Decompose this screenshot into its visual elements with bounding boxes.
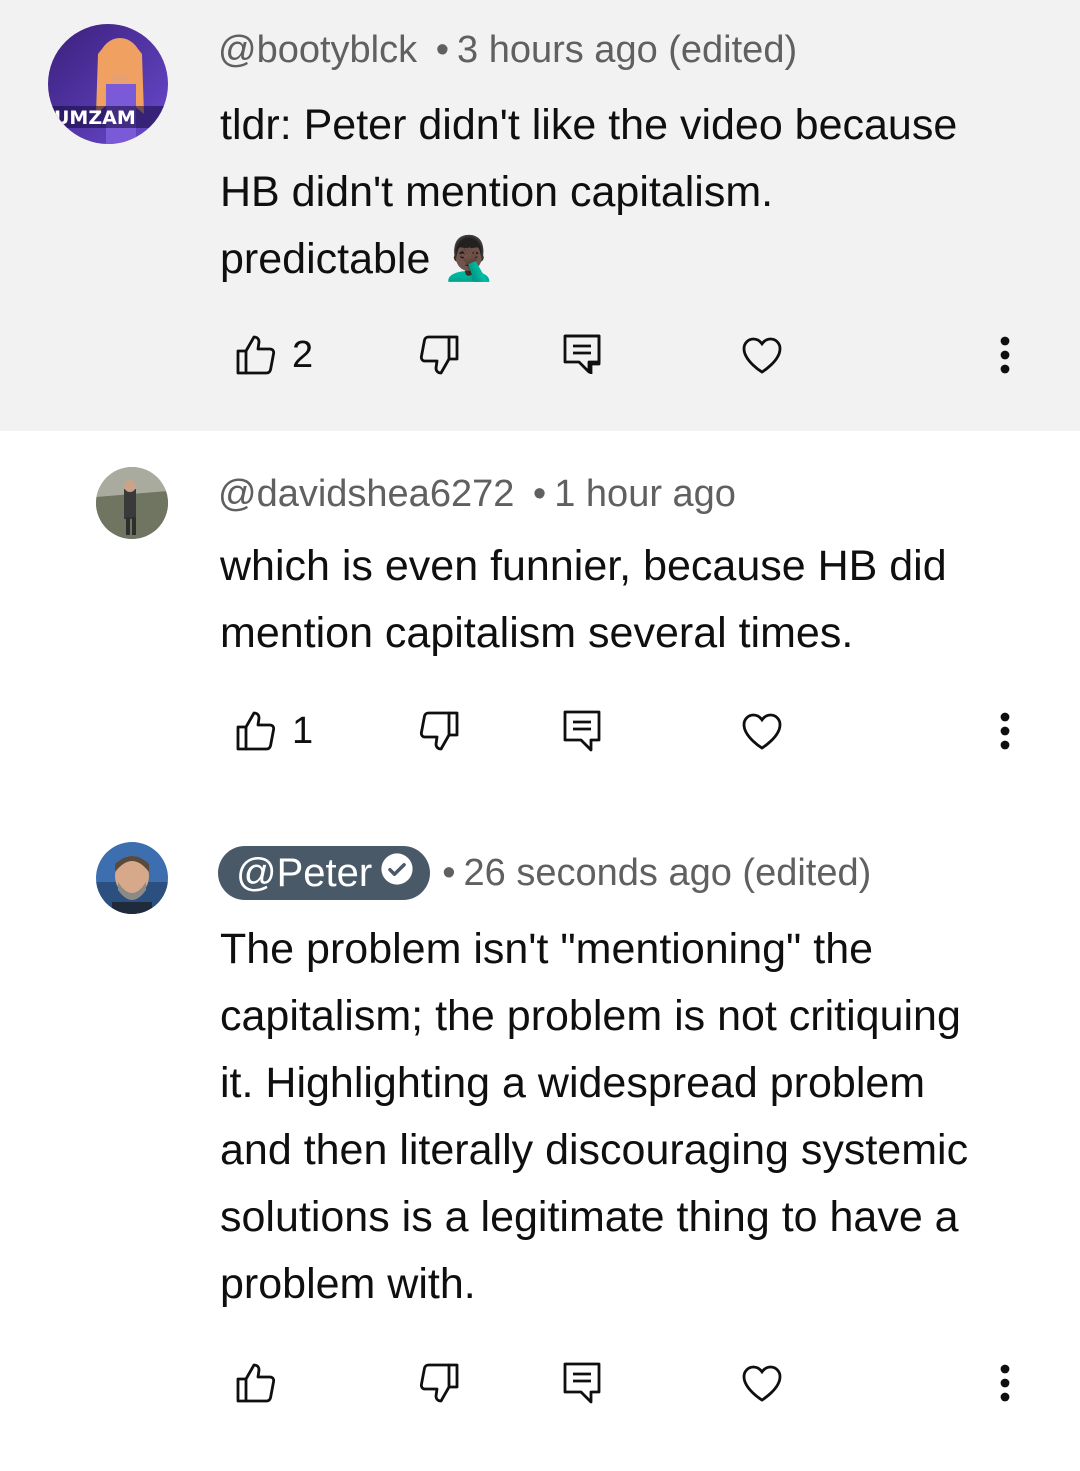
comment-meta: @davidshea6272 • 1 hour ago [218, 470, 736, 518]
comment-line: HB didn't mention capitalism. [220, 168, 774, 216]
thumbs-up-icon [232, 331, 280, 379]
avatar[interactable] [96, 467, 168, 539]
like-button[interactable]: 2 [232, 325, 313, 385]
creator-author-badge[interactable]: @Peter [218, 846, 431, 900]
heart-button[interactable] [738, 701, 786, 761]
comment-time[interactable]: 1 hour ago [554, 473, 736, 515]
comment-line: problem with. [220, 1260, 476, 1308]
comment-line: and then literally discouraging systemic [220, 1126, 969, 1174]
more-vertical-icon [990, 331, 1020, 379]
comment-line: The problem isn't "mentioning" the [220, 925, 874, 973]
comment-line: it. Highlighting a widespread problem [220, 1059, 926, 1107]
like-button[interactable] [232, 1353, 292, 1413]
reply-comment-icon [563, 710, 601, 752]
dislike-button[interactable] [415, 1353, 463, 1413]
avatar[interactable]: UMZAM [48, 24, 168, 144]
comment-body: which is even funnier, because HB did me… [220, 533, 1040, 667]
comment-item: UMZAM @bootyblck • 3 hours ago (edited) t… [0, 0, 1080, 431]
reply-comment-icon [563, 1362, 601, 1404]
comment-time[interactable]: 3 hours ago (edited) [457, 29, 797, 71]
more-vertical-icon [990, 1359, 1020, 1407]
comment-meta: @bootyblck • 3 hours ago (edited) [218, 26, 797, 74]
more-options-button[interactable] [990, 701, 1020, 761]
heart-icon [738, 707, 786, 755]
reply-button[interactable] [563, 1353, 601, 1413]
comment-actions: 1 [0, 701, 1080, 761]
heart-icon [738, 1359, 786, 1407]
heart-button[interactable] [738, 325, 786, 385]
thumbs-down-icon [415, 1359, 463, 1407]
comment-line: tldr: Peter didn't like the video becaus… [220, 101, 958, 149]
meta-separator: • [435, 29, 449, 71]
thumbs-down-icon [415, 331, 463, 379]
comment-author[interactable]: @davidshea6272 [218, 473, 514, 515]
comment-actions [0, 1353, 1080, 1413]
avatar[interactable] [96, 842, 168, 914]
more-options-button[interactable] [990, 1353, 1020, 1413]
like-count: 1 [292, 709, 314, 752]
dislike-button[interactable] [415, 701, 463, 761]
more-options-button[interactable] [990, 325, 1020, 385]
comment-line: mention capitalism several times. [220, 609, 854, 657]
more-vertical-icon [990, 707, 1020, 755]
comment-time[interactable]: 26 seconds ago (edited) [464, 849, 872, 897]
thumbs-up-icon [232, 1359, 280, 1407]
thumbs-up-icon [232, 707, 280, 755]
heart-icon [738, 331, 786, 379]
comment-body: The problem isn't "mentioning" the capit… [220, 916, 1040, 1318]
comment-actions: 2 [0, 325, 1080, 385]
comment-author: @Peter [236, 851, 373, 895]
comment-item: @Peter • 26 seconds ago (edited) The prob… [0, 811, 1080, 1471]
comment-item: @davidshea6272 • 1 hour ago which is even… [0, 431, 1080, 811]
reply-button[interactable] [563, 701, 601, 761]
comment-body: tldr: Peter didn't like the video becaus… [220, 92, 1040, 293]
comment-line: capitalism; the problem is not critiquin… [220, 992, 961, 1040]
avatar-text: UMZAM [54, 107, 136, 129]
comment-line: which is even funnier, because HB did [220, 542, 947, 590]
meta-separator: • [442, 852, 456, 894]
like-button[interactable]: 1 [232, 701, 313, 761]
comment-line: solutions is a legitimate thing to have … [220, 1193, 959, 1241]
like-count: 2 [292, 333, 314, 376]
thumbs-down-icon [415, 707, 463, 755]
comment-meta: @Peter • 26 seconds ago (edited) [218, 846, 871, 900]
heart-button[interactable] [738, 1353, 786, 1413]
meta-separator: • [532, 473, 547, 515]
comment-author[interactable]: @bootyblck [218, 29, 417, 71]
dislike-button[interactable] [415, 325, 463, 385]
comment-line: predictable 🤦🏿‍♂️ [220, 235, 496, 283]
check-circle-icon [380, 849, 414, 897]
reply-button[interactable] [563, 325, 601, 385]
reply-comment-icon [563, 334, 601, 376]
